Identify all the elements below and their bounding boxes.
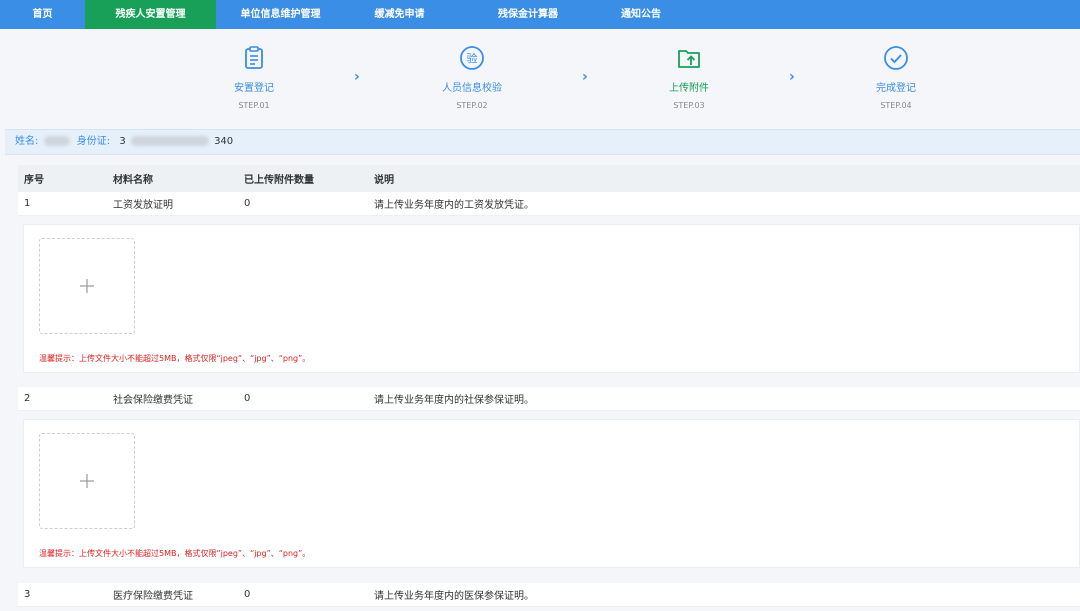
id-suffix: 340 (214, 136, 234, 147)
row-desc: 请上传业务年度内的工资发放凭证。 (374, 200, 534, 211)
upload-tip: 温馨提示：上传文件大小不能超过5MB，格式仅限“jpeg”、“jpg”、“png… (39, 549, 311, 558)
upload-button[interactable] (39, 238, 135, 334)
person-info-bar: 姓名: 身份证: 3 340 (5, 129, 1080, 155)
column-header-material: 材料名称 (113, 175, 153, 186)
step-number: STEP.02 (456, 101, 488, 110)
column-header-count: 已上传附件数量 (244, 175, 314, 186)
redacted-id (130, 136, 209, 146)
verify-icon: 验 (459, 45, 485, 71)
step-4: 完成登记 STEP.04 (836, 45, 956, 110)
step-1: 安置登记 STEP.01 (194, 45, 314, 110)
nav-item-notices[interactable]: 通知公告 (602, 0, 680, 29)
table-row: 2 社会保险缴费凭证 0 请上传业务年度内的社保参保证明。 (18, 387, 1080, 411)
folder-upload-icon (676, 45, 702, 71)
nav-item-deferral-application[interactable]: 缓减免申请 (345, 0, 454, 29)
svg-text:验: 验 (467, 51, 478, 65)
upload-panel: 温馨提示：上传文件大小不能超过5MB，格式仅限“jpeg”、“jpg”、“png… (23, 224, 1080, 373)
table-header: 序号 材料名称 已上传附件数量 说明 (18, 165, 1080, 192)
redacted-name (43, 136, 70, 146)
step-number: STEP.04 (880, 101, 912, 110)
plus-icon (79, 278, 95, 294)
table-row-wrap: 2 社会保险缴费凭证 0 请上传业务年度内的社保参保证明。 (18, 387, 1080, 411)
column-header-desc: 说明 (374, 175, 394, 186)
row-material: 工资发放证明 (113, 200, 173, 211)
column-header-no: 序号 (24, 175, 44, 186)
plus-icon (79, 473, 95, 489)
nav-item-home[interactable]: 首页 (0, 0, 85, 29)
step-number: STEP.03 (673, 101, 705, 110)
nav-item-disabled-placement[interactable]: 残疾人安置管理 (85, 0, 216, 29)
step-2: 验 人员信息校验 STEP.02 (412, 45, 532, 110)
table-row: 3 医疗保险缴费凭证 0 请上传业务年度内的医保参保证明。 (18, 583, 1080, 607)
chevron-right-icon: › (789, 69, 795, 85)
table-row-wrap: 3 医疗保险缴费凭证 0 请上传业务年度内的医保参保证明。 (18, 583, 1080, 607)
nav-item-calculator[interactable]: 残保金计算器 (454, 0, 602, 29)
row-material: 社会保险缴费凭证 (113, 395, 193, 406)
name-label: 姓名: (15, 136, 39, 147)
row-no: 1 (24, 198, 31, 209)
row-desc: 请上传业务年度内的医保参保证明。 (374, 591, 534, 602)
step-label: 上传附件 (669, 83, 709, 94)
chevron-right-icon: › (354, 69, 360, 85)
top-nav: 首页 残疾人安置管理 单位信息维护管理 缓减免申请 残保金计算器 通知公告 (0, 0, 1080, 29)
upload-panel: 温馨提示：上传文件大小不能超过5MB，格式仅限“jpeg”、“jpg”、“png… (23, 419, 1080, 568)
step-label: 安置登记 (234, 83, 274, 94)
nav-item-unit-info[interactable]: 单位信息维护管理 (216, 0, 345, 29)
row-count: 0 (244, 393, 251, 404)
id-prefix: 3 (119, 136, 126, 147)
row-no: 3 (24, 589, 31, 600)
chevron-right-icon: › (582, 69, 588, 85)
clipboard-icon (241, 45, 267, 71)
step-3: 上传附件 STEP.03 (629, 45, 749, 110)
row-count: 0 (244, 198, 251, 209)
check-circle-icon (883, 45, 909, 71)
row-desc: 请上传业务年度内的社保参保证明。 (374, 395, 534, 406)
step-label: 人员信息校验 (442, 83, 502, 94)
row-no: 2 (24, 393, 31, 404)
table-row: 1 工资发放证明 0 请上传业务年度内的工资发放凭证。 (18, 192, 1080, 216)
step-progress: 安置登记 STEP.01 › 验 人员信息校验 STEP.02 › 上传附件 S… (0, 29, 1080, 129)
step-number: STEP.01 (238, 101, 270, 110)
row-count: 0 (244, 589, 251, 600)
step-label: 完成登记 (876, 83, 916, 94)
upload-tip: 温馨提示：上传文件大小不能超过5MB，格式仅限“jpeg”、“jpg”、“png… (39, 354, 311, 363)
row-material: 医疗保险缴费凭证 (113, 591, 193, 602)
upload-button[interactable] (39, 433, 135, 529)
id-label: 身份证: (76, 136, 111, 147)
attachment-table: 序号 材料名称 已上传附件数量 说明 1 工资发放证明 0 请上传业务年度内的工… (18, 165, 1080, 216)
